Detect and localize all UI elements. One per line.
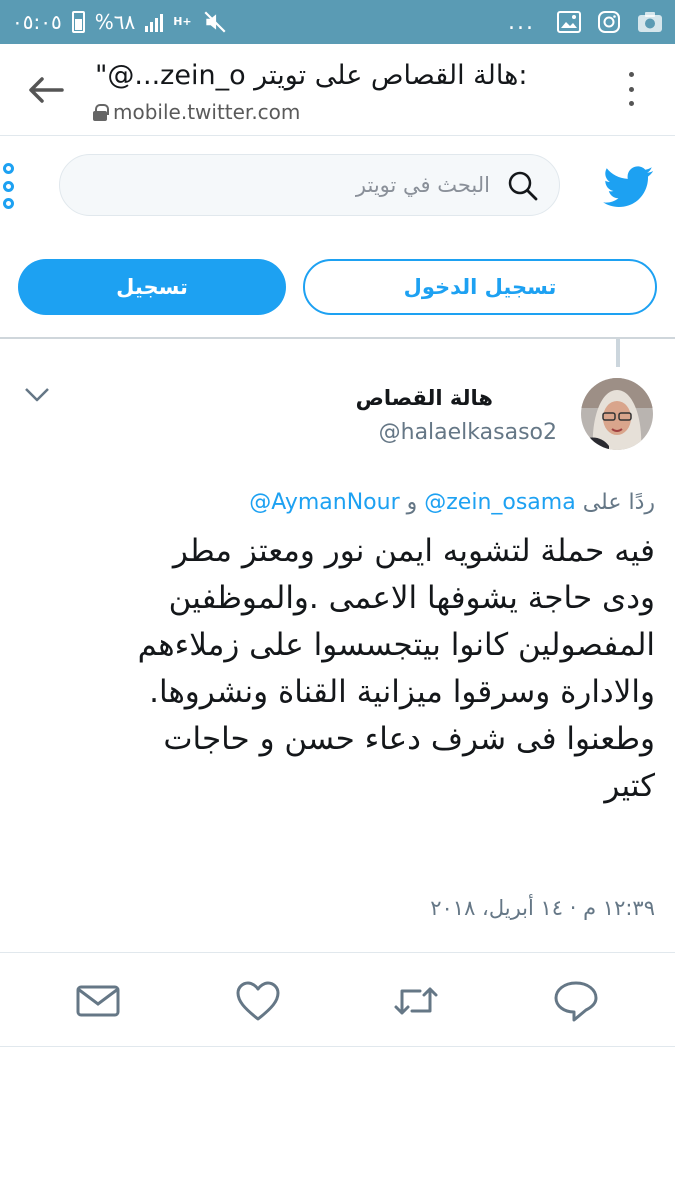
search-input[interactable] [160, 155, 490, 215]
signup-button[interactable]: تسجيل [18, 259, 286, 315]
author-handle[interactable]: @halaelkasaso2 [379, 420, 557, 445]
chevron-down-icon[interactable] [24, 386, 50, 404]
more-menu-icon[interactable] [3, 163, 19, 209]
status-right: ... [508, 0, 663, 44]
twitter-header [0, 137, 675, 237]
instagram-icon [598, 11, 620, 33]
gallery-icon [557, 11, 581, 33]
more-options-icon[interactable] [627, 72, 635, 106]
back-arrow-icon[interactable] [26, 74, 66, 106]
twitter-bird-icon[interactable] [603, 165, 653, 209]
network-type: H+ [173, 15, 192, 28]
browser-toolbar: "@...zein_o هالة القصاص على تويتر: mobil… [0, 44, 675, 136]
reply-mention-link[interactable]: @zein_osama [424, 490, 575, 515]
battery-percent: %٦٨ [94, 10, 136, 34]
login-button[interactable]: تسجيل الدخول [303, 259, 657, 315]
status-left: ٠٥:٠٥ %٦٨ H+ [12, 0, 228, 44]
search-box[interactable] [59, 154, 560, 216]
camera-icon [638, 12, 662, 32]
avatar[interactable] [581, 378, 653, 450]
signal-icon [145, 12, 164, 32]
thread-connector [616, 339, 620, 367]
lock-icon [93, 104, 109, 121]
page-title: "@...zein_o هالة القصاص على تويتر: [95, 60, 528, 91]
battery-icon [71, 11, 85, 33]
reply-mention-link[interactable]: @AymanNour [249, 490, 399, 515]
reply-context: ردًا على @zein_osama و @AymanNour [249, 490, 655, 515]
like-icon[interactable] [234, 977, 282, 1025]
tweet-actions [0, 952, 675, 1047]
author-name[interactable]: هالة القصاص [356, 386, 493, 410]
url-text: mobile.twitter.com [113, 100, 301, 124]
tweet-text: فيه حملة لتشويه ايمن نور ومعتز مطر ودى ح… [137, 533, 655, 804]
tweet-timestamp[interactable]: ١٢:٣٩ م · ١٤ أبريل، ٢٠١٨ [430, 896, 655, 920]
divider [0, 337, 675, 339]
retweet-icon[interactable] [392, 977, 440, 1025]
search-icon[interactable] [506, 169, 540, 203]
message-icon[interactable] [74, 977, 122, 1025]
reply-prefix: ردًا على [582, 490, 655, 515]
status-overflow: ... [508, 9, 535, 35]
reply-and: و [406, 490, 418, 515]
clock: ٠٥:٠٥ [12, 10, 62, 34]
reply-icon[interactable] [552, 977, 600, 1025]
status-bar: ٠٥:٠٥ %٦٨ H+ ... [0, 0, 675, 44]
address-bar[interactable]: mobile.twitter.com [93, 100, 300, 124]
mute-icon [204, 11, 226, 33]
